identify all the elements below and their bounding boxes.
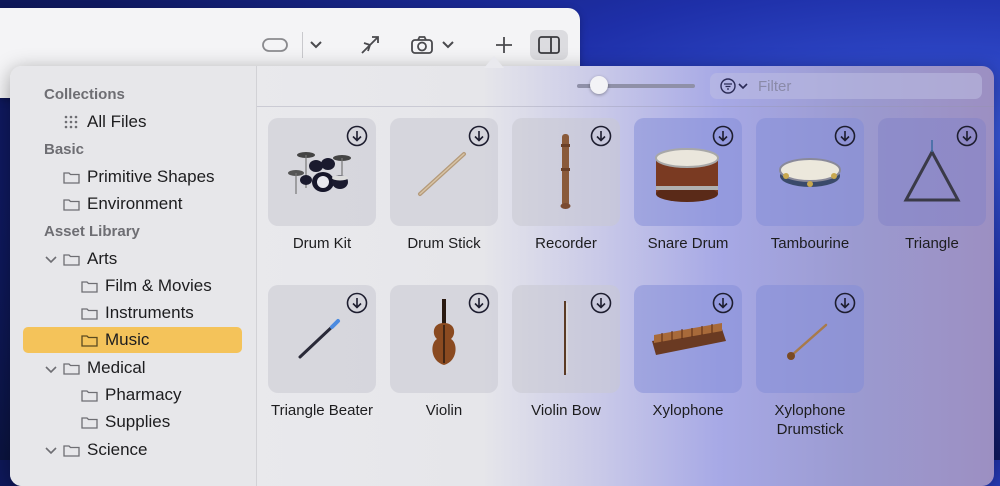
camera-icon[interactable] [408,30,436,60]
sidebar: Collections All Files Basic Primitive Sh… [10,66,257,486]
sidebar-item-arts[interactable]: Arts [62,246,117,272]
asset-tile-drum-kit[interactable]: Drum Kit [268,118,376,253]
asset-library-header: Asset Library [44,223,140,240]
asset-browser-popover: Collections All Files Basic Primitive Sh… [10,66,994,486]
asset-thumbnail [512,285,620,393]
sidebar-item-label: Science [87,440,148,459]
asset-name: Violin [425,402,463,419]
folder-icon [80,279,98,293]
asset-name: Snare Drum [647,235,729,252]
chevron-down-icon[interactable] [306,30,326,60]
asset-thumbnail [878,118,986,226]
asset-tile-snare-drum[interactable]: Snare Drum [634,118,742,253]
download-icon[interactable] [468,292,490,314]
sidebar-item-label: Pharmacy [105,385,182,404]
sidebar-item-supplies[interactable]: Supplies [80,409,170,435]
download-icon[interactable] [834,125,856,147]
sidebar-item-all-files[interactable]: All Files [62,109,147,135]
folder-icon [62,443,80,457]
download-icon[interactable] [590,292,612,314]
download-icon[interactable] [956,125,978,147]
download-icon[interactable] [346,125,368,147]
sidebar-item-environment[interactable]: Environment [62,191,182,217]
collections-header: Collections [44,86,125,103]
folder-icon [80,306,98,320]
asset-thumbnail [756,285,864,393]
popover-arrow [484,56,504,68]
vr-headset-icon[interactable] [258,30,292,60]
folder-icon [80,388,98,402]
asset-tile-recorder[interactable]: Recorder [512,118,620,253]
asset-tile-triangle[interactable]: Triangle [878,118,986,253]
sidebar-item-label: Primitive Shapes [87,167,215,186]
sidebar-item-science[interactable]: Science [62,437,147,463]
download-icon[interactable] [834,292,856,314]
folder-icon [62,170,80,184]
sidebar-item-label: Music [105,330,150,349]
asset-name: Tambourine [770,235,850,252]
asset-thumbnail [268,285,376,393]
asset-name: Xylophone [652,402,724,419]
chevron-down-icon[interactable] [44,253,58,267]
asset-name: Triangle [905,235,959,252]
sidebar-item-label: Film & Movies [105,276,212,295]
filter-field[interactable] [710,73,982,99]
basic-header: Basic [44,141,85,158]
sidebar-item-label: Medical [87,358,146,377]
divider [257,106,994,107]
filter-input[interactable] [756,76,960,96]
sidebar-item-label: Supplies [105,412,171,431]
sidebar-item-label: Arts [87,249,118,268]
asset-name: Triangle Beater [271,402,373,419]
download-icon[interactable] [712,292,734,314]
asset-tile-drum-stick[interactable]: Drum Stick [390,118,498,253]
chevron-down-icon[interactable] [44,444,58,458]
folder-icon [80,415,98,429]
sidebar-item-label: Environment [87,194,183,213]
download-icon[interactable] [346,292,368,314]
asset-name: Drum Kit [292,235,352,252]
share-ar-icon[interactable] [356,30,384,60]
sidebar-item-primitive-shapes[interactable]: Primitive Shapes [62,164,215,190]
sidebar-item-label: All Files [87,112,147,131]
grid-icon [62,115,80,129]
filter-icon[interactable] [720,78,750,94]
asset-tile-tambourine[interactable]: Tambourine [756,118,864,253]
asset-thumbnail [390,285,498,393]
sidebar-toggle-icon[interactable] [530,30,568,60]
download-icon[interactable] [712,125,734,147]
asset-thumbnail [634,285,742,393]
sidebar-item-instruments[interactable]: Instruments [80,300,194,326]
asset-name: Recorder [535,235,597,252]
sidebar-item-music[interactable]: Music [23,327,242,353]
asset-tile-triangle-beater[interactable]: Triangle Beater [268,285,376,420]
asset-name: Drum Stick [407,235,481,252]
chevron-down-icon[interactable] [440,30,456,60]
sidebar-item-film-movies[interactable]: Film & Movies [80,273,212,299]
sidebar-item-label: Instruments [105,303,194,322]
asset-tile-violin-bow[interactable]: Violin Bow [512,285,620,420]
asset-name: Xylophone Drumstick [774,402,846,438]
asset-thumbnail [634,118,742,226]
asset-thumbnail [268,118,376,226]
folder-icon [62,252,80,266]
asset-thumbnail [756,118,864,226]
asset-tile-xylophone-drumstick[interactable]: Xylophone Drumstick [756,285,864,439]
asset-thumbnail [390,118,498,226]
asset-tile-violin[interactable]: Violin [390,285,498,420]
sidebar-item-medical[interactable]: Medical [62,355,146,381]
asset-tile-xylophone[interactable]: Xylophone [634,285,742,420]
asset-name: Violin Bow [531,402,601,419]
asset-thumbnail [512,118,620,226]
toolbar-divider [302,32,303,58]
chevron-down-icon[interactable] [44,363,58,377]
folder-icon [62,197,80,211]
folder-icon [80,333,98,347]
download-icon[interactable] [468,125,490,147]
sidebar-item-pharmacy[interactable]: Pharmacy [80,382,182,408]
folder-icon [62,361,80,375]
thumbnail-size-slider[interactable] [590,76,608,94]
download-icon[interactable] [590,125,612,147]
